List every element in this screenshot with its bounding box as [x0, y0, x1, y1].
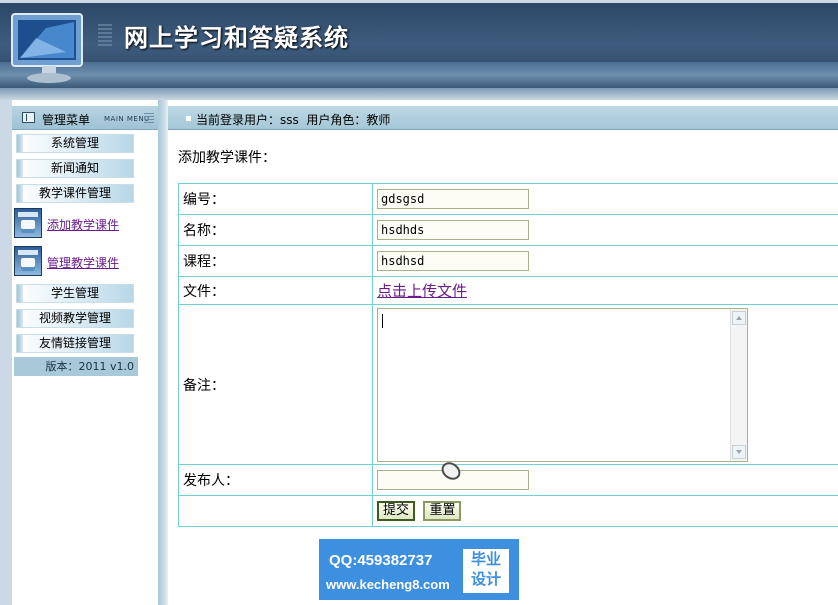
sidebar-subitem-manage-courseware[interactable]: 管理教学课件: [14, 246, 154, 278]
course-cell: hsdhsd: [372, 245, 838, 277]
sidebar-item-news[interactable]: 新闻通知: [16, 159, 134, 178]
course-label: 课程：: [178, 245, 373, 277]
scroll-down-icon[interactable]: [732, 445, 746, 459]
code-cell: gdsgsd: [372, 183, 838, 215]
name-input[interactable]: hsdhds: [377, 220, 529, 240]
left-gutter: [0, 100, 12, 605]
bullet-icon: [186, 116, 191, 121]
menu-icon: [22, 112, 35, 123]
courseware-manage-icon: [14, 246, 42, 276]
version-label: 版本：2011 v1.0: [14, 357, 138, 376]
courseware-add-icon: [14, 208, 42, 238]
form-row-code: 编号： gdsgsd: [178, 183, 838, 215]
note-cell: [372, 304, 838, 465]
sidebar-title: 管理菜单: [42, 113, 91, 127]
menu-lines-icon: [144, 113, 154, 123]
actions-empty-cell: [178, 495, 373, 527]
courseware-form: 编号： gdsgsd 名称： hsdhds 课程： hsdhsd 文件： 点击上…: [178, 183, 838, 527]
sidebar-subitem-label[interactable]: 管理教学课件: [47, 254, 119, 271]
header-bottom-band: [0, 88, 838, 100]
file-label: 文件：: [178, 276, 373, 305]
header-band: [0, 62, 838, 88]
title-decoration: [98, 24, 112, 46]
sidebar-item-video[interactable]: 视频教学管理: [16, 309, 134, 328]
page-title: 添加教学课件：: [178, 150, 276, 166]
sidebar-item-links[interactable]: 友情链接管理: [16, 334, 134, 353]
sidebar-header: 管理菜单 MAIN MENU: [12, 106, 158, 130]
sidebar-subitem-label[interactable]: 添加教学课件: [47, 216, 119, 233]
note-textarea[interactable]: [377, 308, 748, 462]
scroll-up-icon[interactable]: [732, 311, 746, 325]
actions-cell: 提交 重置: [372, 495, 838, 527]
form-row-name: 名称： hsdhds: [178, 214, 838, 246]
watermark-badge-line1: 毕业: [470, 550, 501, 568]
name-label: 名称：: [178, 214, 373, 246]
submit-button[interactable]: 提交: [377, 501, 416, 521]
form-row-actions: 提交 重置: [178, 495, 838, 527]
code-input[interactable]: gdsgsd: [377, 189, 529, 209]
sidebar-item-courseware[interactable]: 教学课件管理: [16, 184, 134, 203]
note-scrollbar[interactable]: [730, 309, 747, 461]
watermark-banner: QQ:459382737 www.kecheng8.com 毕业 设计: [319, 539, 519, 600]
sidebar-divider: [158, 100, 168, 605]
form-row-note: 备注：: [178, 304, 838, 465]
upload-file-link[interactable]: 点击上传文件: [377, 282, 467, 300]
file-cell: 点击上传文件: [372, 276, 838, 305]
watermark-qq: QQ:459382737: [329, 552, 433, 569]
form-row-course: 课程： hsdhsd: [178, 245, 838, 277]
current-user-info: 当前登录用户：sss 用户角色：教师: [196, 113, 391, 127]
sidebar-item-system[interactable]: 系统管理: [16, 134, 134, 153]
form-row-file: 文件： 点击上传文件: [178, 276, 838, 305]
note-label: 备注：: [178, 304, 373, 465]
sidebar-item-students[interactable]: 学生管理: [16, 284, 134, 303]
publisher-label: 发布人：: [178, 464, 373, 496]
text-caret: [382, 314, 383, 328]
computer-monitor-icon: [11, 13, 83, 83]
sidebar-subtitle: MAIN MENU: [104, 115, 150, 123]
reset-button[interactable]: 重置: [423, 501, 462, 521]
watermark-badge: 毕业 设计: [463, 549, 509, 593]
app-header: 网上学习和答疑系统: [0, 0, 838, 100]
name-cell: hsdhds: [372, 214, 838, 246]
system-title: 网上学习和答疑系统: [124, 23, 349, 52]
sidebar: 管理菜单 MAIN MENU 系统管理 新闻通知 教学课件管理 添加教学课件 管…: [12, 100, 158, 605]
code-label: 编号：: [178, 183, 373, 215]
watermark-url: www.kecheng8.com: [326, 577, 450, 592]
course-input[interactable]: hsdhsd: [377, 251, 529, 271]
sidebar-subitem-add-courseware[interactable]: 添加教学课件: [14, 208, 154, 240]
watermark-badge-line2: 设计: [470, 570, 501, 588]
user-info-bar: 当前登录用户：sss 用户角色：教师: [168, 106, 838, 130]
form-row-publisher: 发布人：: [178, 464, 838, 496]
header-top-line: [0, 0, 838, 3]
